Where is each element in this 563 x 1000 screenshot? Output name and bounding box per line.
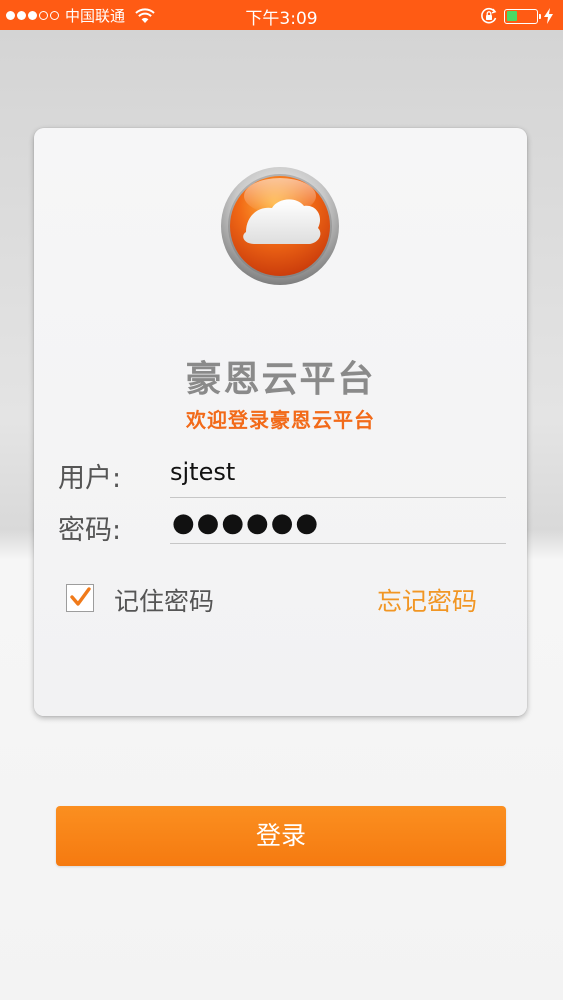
username-underline bbox=[170, 497, 506, 498]
username-label: 用户: bbox=[58, 463, 122, 494]
checkmark-icon bbox=[70, 587, 91, 606]
battery-icon bbox=[504, 8, 541, 24]
app-title: 豪恩云平台 bbox=[185, 359, 376, 400]
status-bar: 中国联通 下午3:09 bbox=[0, 0, 563, 30]
forgot-password-link[interactable]: 忘记密码 bbox=[377, 582, 477, 618]
remember-checkbox[interactable] bbox=[66, 584, 94, 612]
battery-cap bbox=[539, 13, 541, 19]
cloud-logo-icon bbox=[221, 167, 339, 285]
status-time: 下午3:09 bbox=[245, 9, 318, 29]
charging-bolt-icon bbox=[544, 8, 553, 24]
password-underline bbox=[170, 543, 506, 544]
username-input[interactable]: sjtest bbox=[170, 458, 235, 486]
battery-fill bbox=[506, 11, 517, 21]
password-input[interactable]: ●●●●●● bbox=[172, 508, 320, 538]
rotation-lock-icon bbox=[481, 7, 497, 24]
remember-password-label[interactable]: 记住密码 bbox=[114, 582, 214, 618]
password-label: 密码: bbox=[58, 515, 122, 546]
status-right bbox=[480, 7, 553, 25]
login-button[interactable]: 登录 bbox=[56, 806, 506, 866]
login-card: 豪恩云平台 欢迎登录豪恩云平台 用户: sjtest 密码: ●●●●●● 记住… bbox=[34, 128, 527, 716]
app-subtitle: 欢迎登录豪恩云平台 bbox=[186, 408, 375, 432]
